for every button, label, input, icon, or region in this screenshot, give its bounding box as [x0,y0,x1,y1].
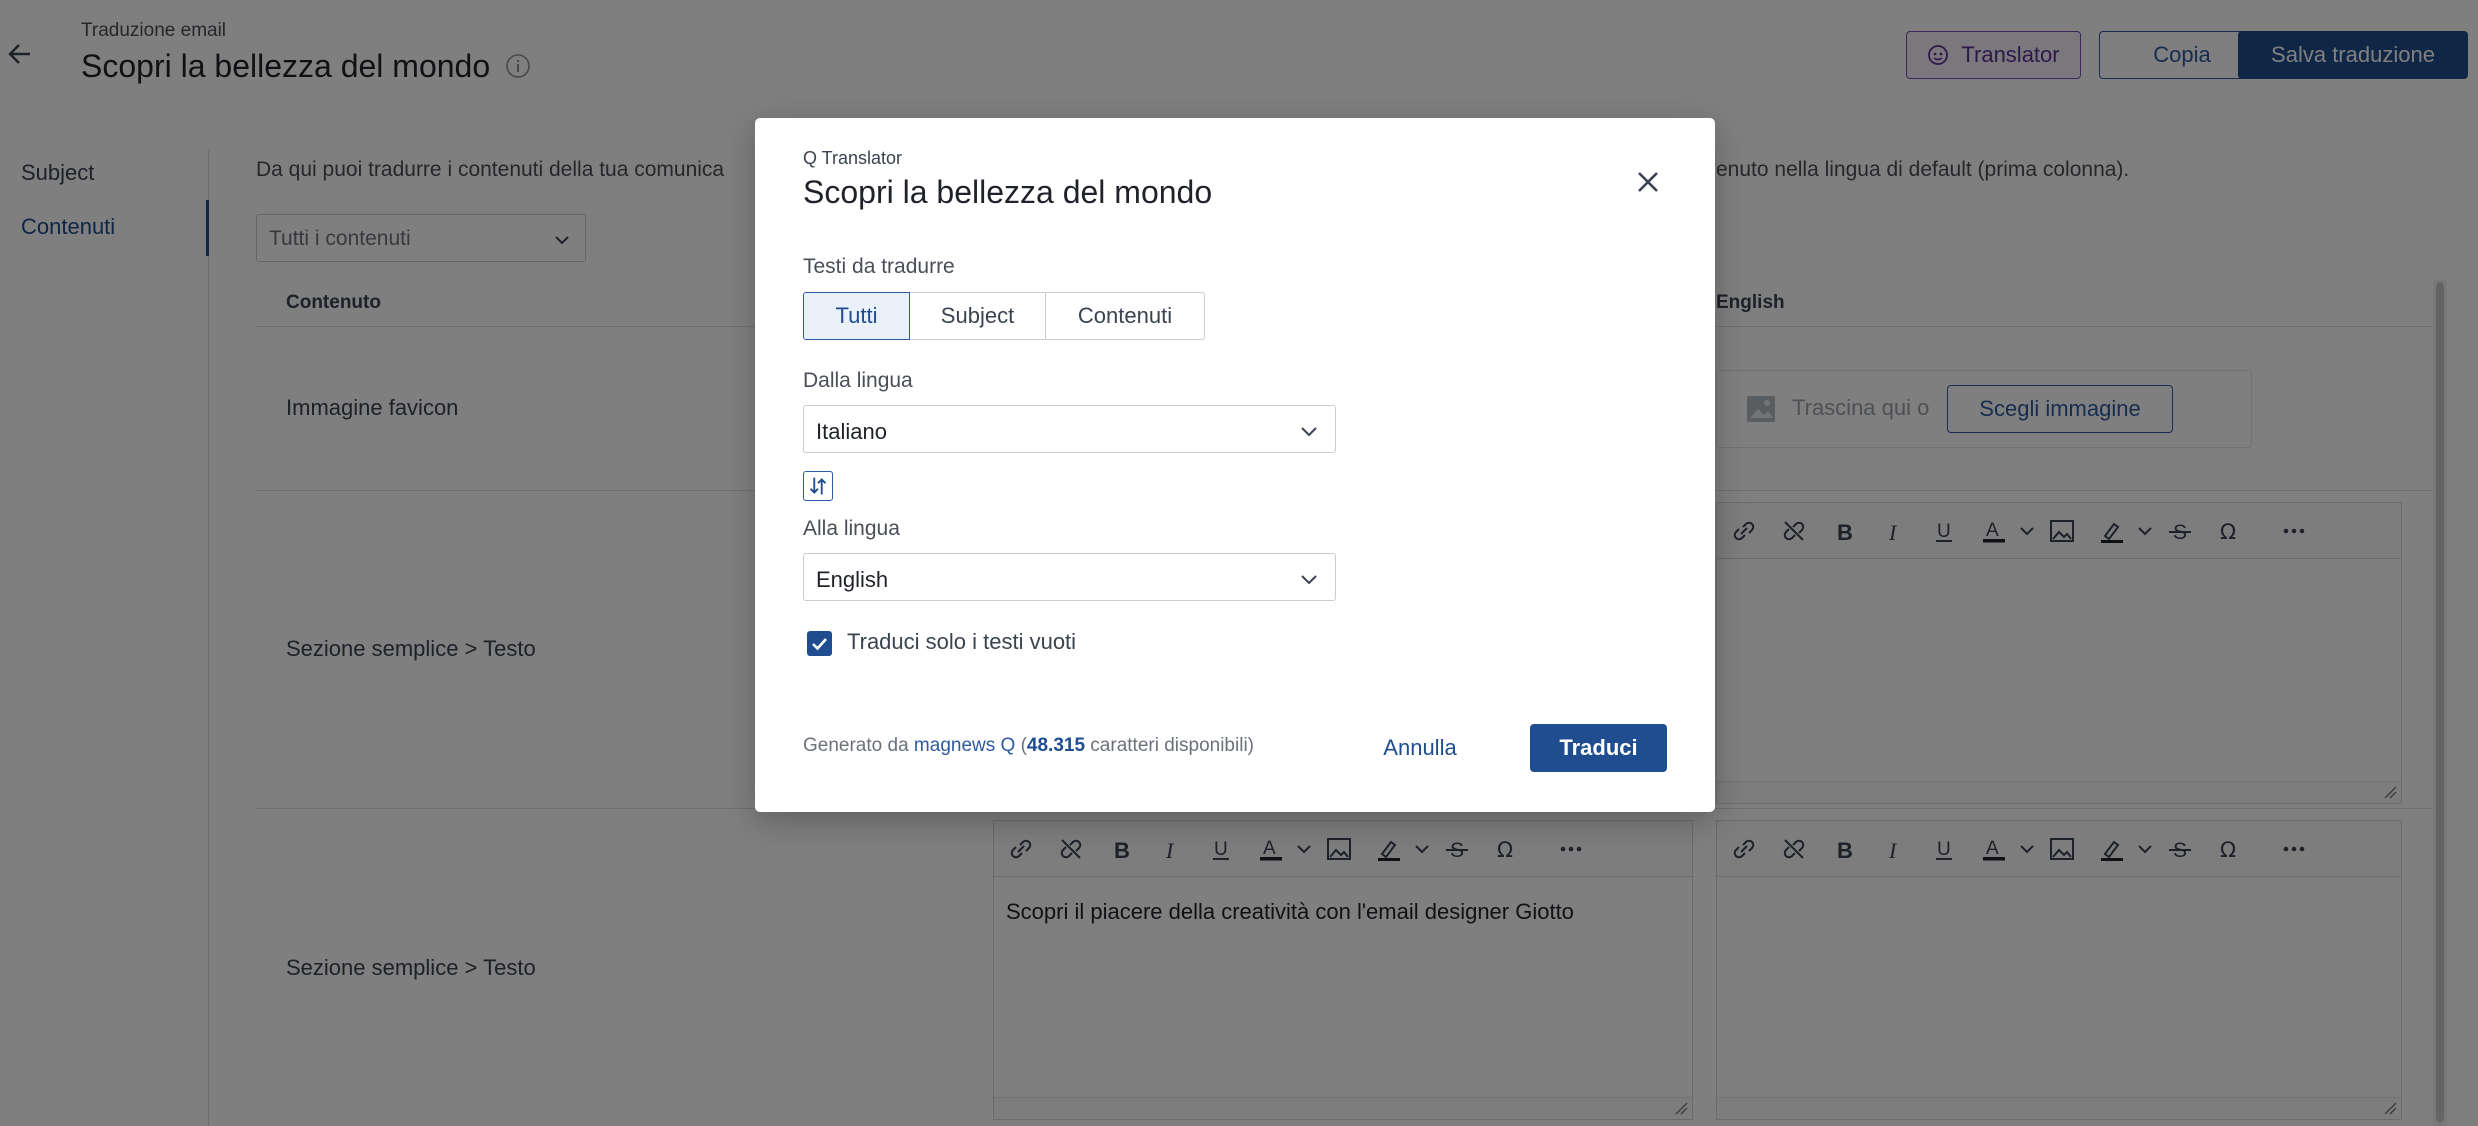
close-icon[interactable] [1630,164,1666,200]
cancel-button[interactable]: Annulla [1375,724,1465,772]
segment-subject[interactable]: Subject [909,292,1046,340]
translate-button[interactable]: Traduci [1530,724,1667,772]
translator-dialog: Q Translator Scopri la bellezza del mond… [755,118,1715,812]
swap-languages-icon[interactable] [803,471,833,501]
to-language-select[interactable]: English [803,553,1336,601]
texts-segmented-control: Tutti Subject Contenuti [803,292,1205,340]
from-language-value: Italiano [816,419,887,444]
credits-text: Generato da magnews Q (48.315 caratteri … [803,735,1254,757]
chevron-down-icon [1301,575,1317,585]
translate-empty-only-checkbox[interactable] [807,631,832,656]
checkmark-icon [812,638,827,651]
from-language-select[interactable]: Italiano [803,405,1336,453]
magnews-q-link[interactable]: magnews Q [914,735,1015,756]
credits-suffix: caratteri disponibili) [1085,735,1254,756]
translate-empty-only-label[interactable]: Traduci solo i testi vuoti [847,629,1076,655]
dialog-eyebrow: Q Translator [803,148,903,168]
segment-contents[interactable]: Contenuti [1045,292,1205,340]
dialog-title: Scopri la bellezza del mondo [803,174,1213,210]
texts-to-translate-label: Testi da tradurre [803,255,955,278]
to-language-label: Alla lingua [803,517,900,540]
credits-count: 48.315 [1026,735,1086,756]
segment-all[interactable]: Tutti [803,292,910,340]
credits-prefix: Generato da [803,735,914,756]
to-language-value: English [816,567,889,592]
credits-open-paren: ( [1015,735,1027,756]
from-language-label: Dalla lingua [803,369,913,392]
chevron-down-icon [1301,427,1317,437]
